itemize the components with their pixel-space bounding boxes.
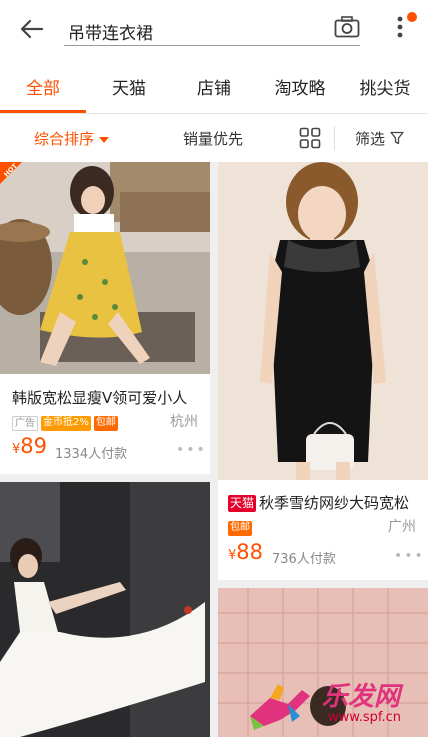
camera-icon[interactable]: [334, 16, 360, 38]
sort-bar: 综合排序 销量优先 筛选: [0, 114, 428, 162]
tab-shops[interactable]: 店铺: [171, 74, 257, 99]
top-bar: 吊带连衣裙: [0, 0, 428, 58]
tab-premium[interactable]: 挑尖货: [342, 74, 428, 99]
product-tags: 广告 金币抵2% 包邮: [12, 413, 121, 432]
tab-tmall[interactable]: 天猫: [86, 74, 172, 99]
sort-sales-button[interactable]: 销量优先: [183, 128, 243, 149]
product-title[interactable]: 韩版宽松显瘦V领可爱小人: [12, 387, 204, 408]
back-arrow-icon[interactable]: [18, 15, 46, 43]
tab-guides[interactable]: 淘攻略: [257, 74, 343, 99]
more-options-icon[interactable]: •••: [394, 548, 425, 564]
hot-badge-icon: HOT: [0, 162, 22, 184]
tab-all[interactable]: 全部: [0, 74, 86, 99]
search-query: 吊带连衣裙: [68, 24, 153, 44]
product-tags: 包邮: [228, 518, 255, 537]
notification-dot: [407, 12, 417, 22]
free-shipping-tag: 包邮: [93, 416, 118, 431]
product-title: 秋季雪纺网纱大码宽松: [259, 494, 410, 512]
watermark-url: www.spf.cn: [328, 710, 402, 725]
product-card[interactable]: 天猫 秋季雪纺网纱大码宽松 包邮 广州 ¥88 736人付款 •••: [218, 162, 428, 580]
divider: [334, 126, 335, 150]
paid-count: 736人付款: [272, 552, 336, 567]
deer-logo-icon: [250, 684, 310, 730]
ad-tag: 广告: [12, 416, 38, 431]
filter-label: 筛选: [355, 130, 386, 148]
price-value: 88: [236, 540, 264, 564]
sort-comprehensive-label: 综合排序: [34, 130, 95, 148]
more-options-icon[interactable]: •••: [176, 442, 207, 458]
watermark-brand: 乐发网: [322, 682, 401, 712]
more-menu-icon[interactable]: [394, 12, 406, 42]
product-title-row[interactable]: 天猫 秋季雪纺网纱大码宽松: [228, 492, 424, 513]
sort-comprehensive-button[interactable]: 综合排序: [34, 128, 110, 149]
caret-down-icon: [99, 136, 110, 143]
product-image[interactable]: [0, 162, 210, 374]
category-tabs: 全部 天猫 店铺 淘攻略 挑尖货: [0, 58, 428, 114]
product-location: 杭州: [170, 414, 198, 430]
paid-count: 1334人付款: [55, 447, 128, 462]
product-card[interactable]: [0, 482, 210, 737]
search-input[interactable]: 吊带连衣裙: [64, 10, 360, 46]
free-shipping-tag: 包邮: [228, 521, 252, 536]
tmall-tag: 天猫: [228, 495, 257, 512]
product-card[interactable]: HOT 韩版宽松显瘦V领可爱小人 广告 金币抵2% 包邮 杭州 ¥89 1334人付…: [0, 162, 210, 474]
site-watermark: 乐发网 www.spf.cn: [240, 672, 428, 737]
product-image[interactable]: [0, 482, 210, 737]
product-image[interactable]: [218, 162, 428, 480]
filter-button[interactable]: 筛选: [355, 128, 404, 149]
product-price: ¥88: [228, 540, 263, 564]
price-value: 89: [20, 434, 48, 458]
grid-view-icon[interactable]: [299, 127, 321, 149]
product-location: 广州: [388, 519, 416, 535]
product-price: ¥89: [12, 434, 47, 458]
filter-funnel-icon: [390, 131, 404, 145]
coin-discount-tag: 金币抵2%: [41, 416, 91, 431]
active-tab-indicator: [0, 110, 86, 113]
